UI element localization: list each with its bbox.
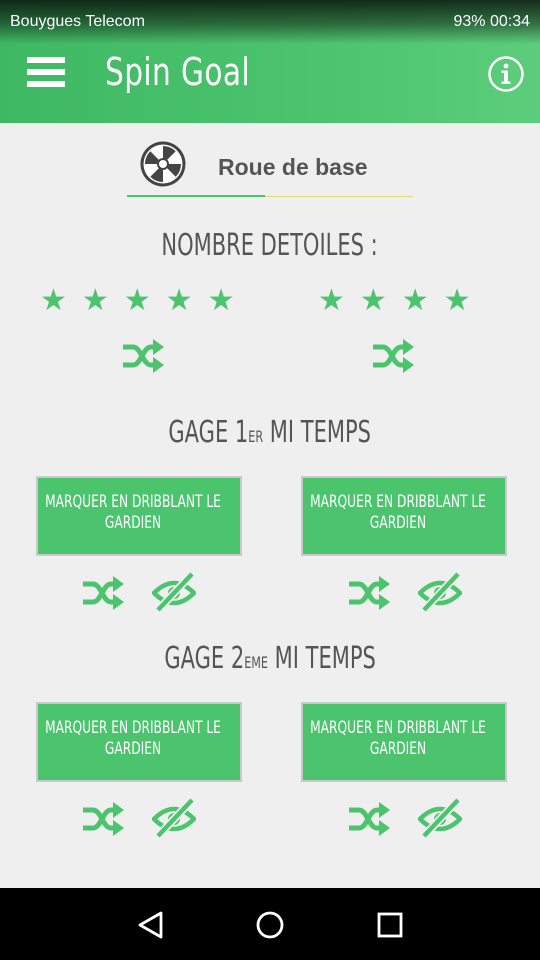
wheel-tab-label: Roue de base	[218, 154, 368, 180]
battery-level: 93%	[453, 13, 486, 30]
second-half-title: GAGE 2EME MI TEMPS	[164, 641, 376, 676]
info-icon[interactable]	[488, 56, 524, 92]
tab-indicator	[127, 195, 265, 197]
status-right: 93% 00:34	[453, 13, 530, 31]
right-team-stars[interactable]: ★★★★	[318, 283, 486, 318]
shuffle-icon[interactable]	[81, 801, 125, 837]
first-half-right-gage-button[interactable]: MARQUER EN DRIBBLANT LE GARDIEN	[301, 476, 507, 556]
shuffle-icon[interactable]	[371, 338, 415, 374]
shuffle-icon[interactable]	[81, 575, 125, 611]
hamburger-menu-icon[interactable]	[27, 57, 65, 91]
second-half-left-gage-button[interactable]: MARQUER EN DRIBBLANT LE GARDIEN	[36, 702, 242, 782]
home-icon[interactable]	[255, 910, 285, 940]
tab-divider	[265, 196, 413, 197]
carrier-name: Bouygues Telecom	[10, 13, 145, 30]
shuffle-icon[interactable]	[121, 338, 165, 374]
left-team-stars[interactable]: ★★★★★	[40, 283, 249, 318]
system-navigation-bar	[0, 888, 540, 960]
status-bar: Bouygues Telecom 93% 00:34	[0, 0, 540, 44]
wheel-selector-tab[interactable]: Roue de base	[127, 140, 413, 198]
shuffle-icon[interactable]	[347, 575, 391, 611]
hide-eye-icon[interactable]	[152, 572, 196, 612]
shuffle-icon[interactable]	[347, 801, 391, 837]
hide-eye-icon[interactable]	[152, 798, 196, 838]
hide-eye-icon[interactable]	[418, 572, 462, 612]
back-icon[interactable]	[136, 910, 166, 940]
first-half-title: GAGE 1ER MI TEMPS	[168, 415, 372, 450]
wheel-icon	[140, 141, 186, 187]
app-title: Spin Goal	[105, 50, 251, 94]
stars-section-title: NOMBRE DETOILES :	[161, 228, 379, 263]
first-half-left-gage-button[interactable]: MARQUER EN DRIBBLANT LE GARDIEN	[36, 476, 242, 556]
recents-icon[interactable]	[375, 910, 405, 940]
second-half-right-gage-button[interactable]: MARQUER EN DRIBBLANT LE GARDIEN	[301, 702, 507, 782]
hide-eye-icon[interactable]	[418, 798, 462, 838]
clock: 00:34	[489, 13, 530, 30]
